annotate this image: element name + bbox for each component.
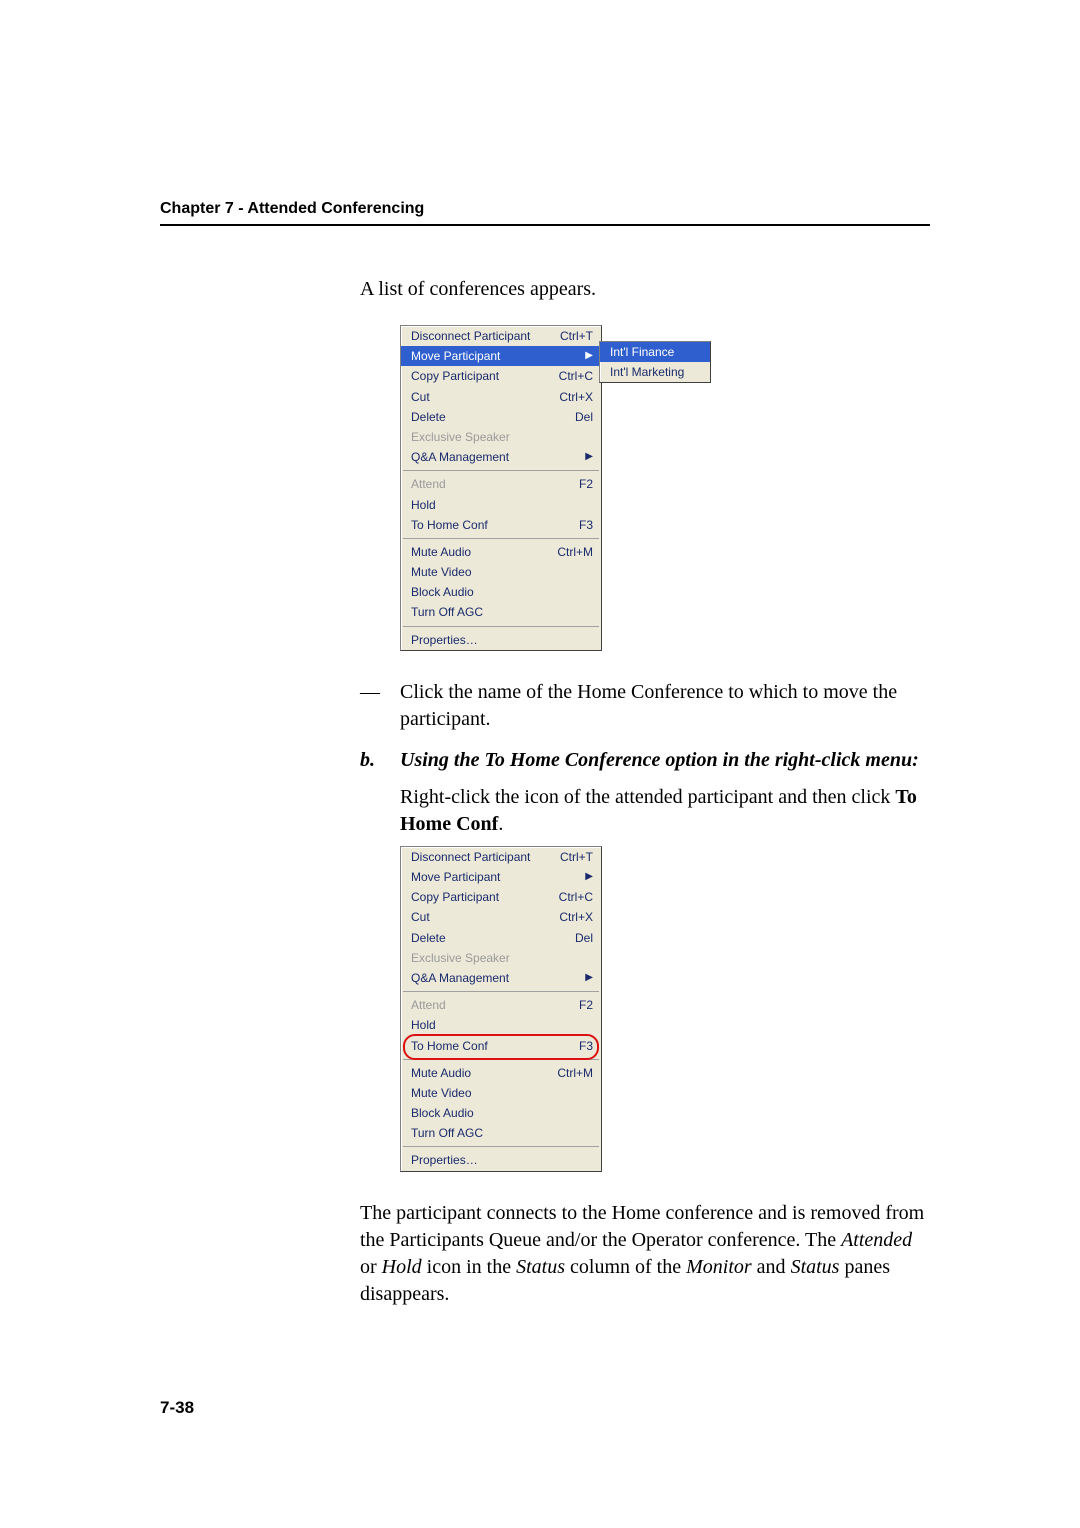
submenu-arrow-icon: ▶ xyxy=(585,351,593,361)
t: icon in the xyxy=(422,1256,516,1278)
t: column of the xyxy=(565,1256,686,1278)
page: Chapter 7 - Attended Conferencing A list… xyxy=(0,0,1080,1528)
mi-disconnect[interactable]: Disconnect ParticipantCtrl+T xyxy=(401,326,601,346)
dash-bullet: — xyxy=(360,679,400,733)
step-b-para: Right-click the icon of the attended par… xyxy=(400,784,930,838)
menu-separator xyxy=(403,538,599,539)
t-i: Hold xyxy=(382,1256,422,1278)
mi-turn-off-agc[interactable]: Turn Off AGC xyxy=(401,1123,601,1143)
menu-separator xyxy=(403,1059,599,1060)
mi-mute-video[interactable]: Mute Video xyxy=(401,562,601,582)
mi-attend: AttendF2 xyxy=(401,474,601,494)
submenu-item-intl-marketing[interactable]: Int'l Marketing xyxy=(600,362,710,382)
t: or xyxy=(360,1256,382,1278)
t: and xyxy=(752,1256,791,1278)
submenu-arrow-icon: ▶ xyxy=(585,973,593,983)
mi-turn-off-agc[interactable]: Turn Off AGC xyxy=(401,602,601,622)
mi-delete[interactable]: DeleteDel xyxy=(401,407,601,427)
menu-separator xyxy=(403,626,599,627)
mi-attend: AttendF2 xyxy=(401,995,601,1015)
t-i: Attended xyxy=(841,1229,912,1251)
context-menu-2: Disconnect ParticipantCtrl+T Move Partic… xyxy=(400,846,602,1172)
mi-copy[interactable]: Copy ParticipantCtrl+C xyxy=(401,366,601,386)
mi-properties[interactable]: Properties… xyxy=(401,630,601,650)
mi-cut[interactable]: CutCtrl+X xyxy=(401,907,601,927)
step-b-title: Using the To Home Conference option in t… xyxy=(400,747,930,774)
step-b-pre: Right-click the icon of the attended par… xyxy=(400,786,895,808)
mi-mute-video[interactable]: Mute Video xyxy=(401,1083,601,1103)
chapter-header: Chapter 7 - Attended Conferencing xyxy=(160,200,930,218)
menu-separator xyxy=(403,470,599,471)
page-number: 7-38 xyxy=(160,1398,194,1418)
intro-line: A list of conferences appears. xyxy=(360,276,930,303)
mi-disconnect[interactable]: Disconnect ParticipantCtrl+T xyxy=(401,847,601,867)
menu-separator xyxy=(403,1146,599,1147)
mi-exclusive-speaker: Exclusive Speaker xyxy=(401,427,601,447)
mi-cut[interactable]: CutCtrl+X xyxy=(401,387,601,407)
t: The participant connects to the Home con… xyxy=(360,1202,924,1251)
mi-block-audio[interactable]: Block Audio xyxy=(401,1103,601,1123)
mi-to-home-conf[interactable]: To Home ConfF3 xyxy=(401,1036,601,1056)
mi-copy[interactable]: Copy ParticipantCtrl+C xyxy=(401,887,601,907)
menu-separator xyxy=(403,991,599,992)
mi-hold[interactable]: Hold xyxy=(401,1015,601,1035)
context-menu-1: Disconnect ParticipantCtrl+T Move Partic… xyxy=(400,325,602,651)
t-i: Monitor xyxy=(686,1256,752,1278)
context-menu-main[interactable]: Disconnect ParticipantCtrl+T Move Partic… xyxy=(400,325,602,651)
submenu-arrow-icon: ▶ xyxy=(585,452,593,462)
mi-qa-management[interactable]: Q&A Management▶ xyxy=(401,447,601,467)
header-rule xyxy=(160,224,930,226)
click-instruction-text: Click the name of the Home Conference to… xyxy=(400,679,930,733)
page-content: A list of conferences appears. Disconnec… xyxy=(360,276,930,1308)
mi-qa-management[interactable]: Q&A Management▶ xyxy=(401,968,601,988)
submenu-arrow-icon: ▶ xyxy=(585,872,593,882)
mi-delete[interactable]: DeleteDel xyxy=(401,928,601,948)
submenu-conferences[interactable]: Int'l Finance Int'l Marketing xyxy=(599,341,711,383)
mi-mute-audio[interactable]: Mute AudioCtrl+M xyxy=(401,1063,601,1083)
step-b-label: b. xyxy=(360,747,400,774)
mi-block-audio[interactable]: Block Audio xyxy=(401,582,601,602)
step-b-post: . xyxy=(498,813,503,835)
mi-mute-audio[interactable]: Mute AudioCtrl+M xyxy=(401,542,601,562)
conclusion-para: The participant connects to the Home con… xyxy=(360,1200,930,1308)
mi-hold[interactable]: Hold xyxy=(401,495,601,515)
mi-move-participant[interactable]: Move Participant▶ xyxy=(401,346,601,366)
mi-properties[interactable]: Properties… xyxy=(401,1150,601,1170)
to-home-conf-highlight: To Home ConfF3 xyxy=(401,1036,601,1056)
t-i: Status xyxy=(516,1256,565,1278)
mi-move-participant[interactable]: Move Participant▶ xyxy=(401,867,601,887)
mi-to-home-conf[interactable]: To Home ConfF3 xyxy=(401,515,601,535)
click-instruction: — Click the name of the Home Conference … xyxy=(360,679,930,733)
t-i: Status xyxy=(791,1256,840,1278)
mi-exclusive-speaker: Exclusive Speaker xyxy=(401,948,601,968)
submenu-item-intl-finance[interactable]: Int'l Finance xyxy=(600,342,710,362)
context-menu-main-2[interactable]: Disconnect ParticipantCtrl+T Move Partic… xyxy=(400,846,602,1172)
step-b-heading: b. Using the To Home Conference option i… xyxy=(360,747,930,774)
